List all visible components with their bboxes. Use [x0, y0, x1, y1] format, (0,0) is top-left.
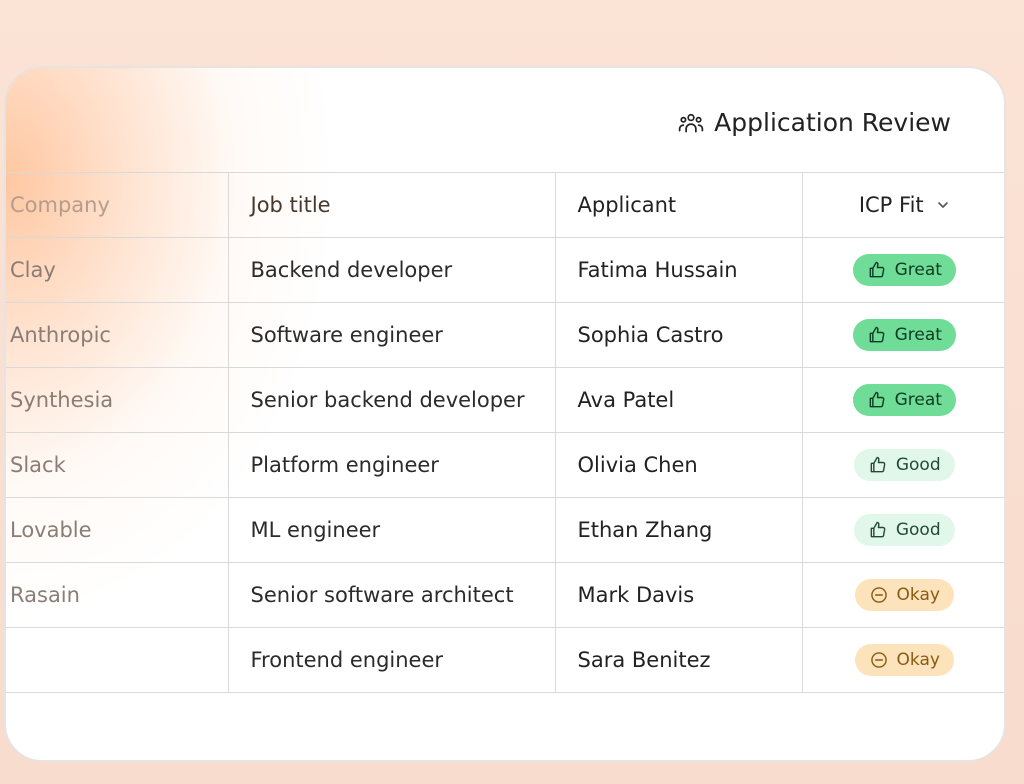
table-row[interactable]: Clay Backend developer Fatima Hussain Great [6, 237, 1004, 303]
cell-job-title: Frontend engineer [227, 627, 556, 693]
thumbs-up-icon [868, 520, 888, 540]
fit-badge-label: Good [895, 520, 941, 540]
cell-applicant: Olivia Chen [554, 432, 803, 498]
minus-circle-icon [869, 585, 889, 605]
fit-badge-okay: Okay [854, 579, 954, 611]
cell-applicant: Ethan Zhang [554, 497, 803, 563]
cell-icp-fit: Good [801, 432, 1004, 498]
fit-badge-okay: Okay [854, 644, 954, 676]
fit-badge-label: Great [894, 325, 942, 345]
page-title-text: Application Review [714, 108, 951, 137]
applications-table: Company Job title Applicant ICP Fit Clay… [6, 172, 1004, 693]
fit-badge-label: Okay [896, 585, 940, 605]
cell-applicant: Sophia Castro [554, 302, 803, 368]
fit-badge-great: Great [852, 254, 956, 286]
users-icon [678, 113, 704, 133]
fit-badge-label: Great [894, 390, 942, 410]
column-header-icp-fit[interactable]: ICP Fit [801, 172, 1004, 238]
application-review-card: Application Review Company Job title App… [4, 66, 1006, 762]
cell-icp-fit: Great [801, 302, 1004, 368]
cell-applicant: Ava Patel [554, 367, 803, 433]
fit-badge-label: Good [895, 455, 941, 475]
cell-job-title: Platform engineer [227, 432, 556, 498]
cell-job-title: ML engineer [227, 497, 556, 563]
column-header-applicant[interactable]: Applicant [554, 172, 803, 238]
cell-job-title: Senior software architect [227, 562, 556, 628]
cell-company: Synthesia [6, 367, 229, 433]
table-row[interactable]: Lovable ML engineer Ethan Zhang Good [6, 497, 1004, 563]
cell-applicant: Mark Davis [554, 562, 803, 628]
table-row[interactable]: Rasain Senior software architect Mark Davi… [6, 562, 1004, 628]
table-row[interactable]: Synthesia Senior backend developer Ava Pat… [6, 367, 1004, 433]
cell-company: Rasain [6, 562, 229, 628]
cell-applicant: Sara Benitez [554, 627, 803, 693]
cell-icp-fit: Okay [801, 562, 1004, 628]
cell-job-title: Software engineer [227, 302, 556, 368]
cell-job-title: Backend developer [227, 237, 556, 303]
table-header-row: Company Job title Applicant ICP Fit [6, 172, 1004, 238]
thumbs-up-icon [867, 260, 887, 280]
column-header-job-title[interactable]: Job title [227, 172, 556, 238]
fit-badge-good: Good [853, 514, 955, 546]
fit-badge-good: Good [853, 449, 955, 481]
table-row[interactable]: Anthropic Software engineer Sophia Castro G… [6, 302, 1004, 368]
thumbs-up-icon [867, 325, 887, 345]
fit-badge-great: Great [852, 319, 956, 351]
cell-company: Lovable [6, 497, 229, 563]
table-row[interactable]: Slack Platform engineer Olivia Chen Good [6, 432, 1004, 498]
cell-icp-fit: Okay [801, 627, 1004, 693]
fit-badge-label: Great [894, 260, 942, 280]
table-row[interactable]: Frontend engineer Sara Benitez Okay [6, 627, 1004, 693]
cell-company: Anthropic [6, 302, 229, 368]
page-title: Application Review [678, 108, 951, 137]
thumbs-up-icon [867, 390, 887, 410]
cell-job-title: Senior backend developer [227, 367, 556, 433]
thumbs-up-icon [868, 455, 888, 475]
cell-company: Slack [6, 432, 229, 498]
cell-icp-fit: Great [801, 367, 1004, 433]
cell-icp-fit: Good [801, 497, 1004, 563]
fit-badge-great: Great [852, 384, 956, 416]
icp-fit-label: ICP Fit [858, 193, 924, 217]
cell-company: Clay [6, 237, 229, 303]
cell-icp-fit: Great [801, 237, 1004, 303]
cell-company [6, 627, 229, 693]
chevron-down-icon[interactable] [936, 198, 950, 212]
minus-circle-icon [869, 650, 889, 670]
column-header-company[interactable]: Company [6, 172, 229, 238]
fit-badge-label: Okay [896, 650, 940, 670]
cell-applicant: Fatima Hussain [554, 237, 803, 303]
